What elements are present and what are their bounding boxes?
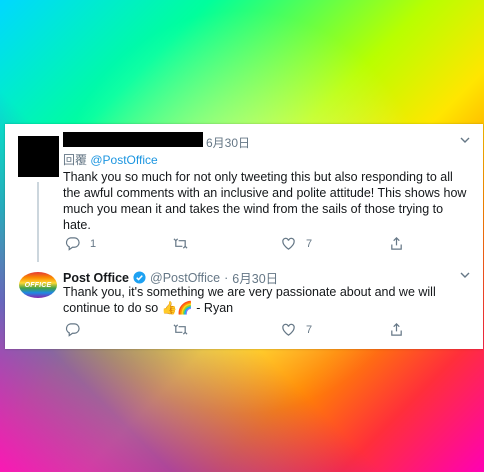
- redacted-avatar[interactable]: [18, 136, 59, 177]
- post-office-avatar[interactable]: OFFICE: [19, 272, 57, 298]
- tweet-date[interactable]: 6月30日: [206, 134, 250, 151]
- redacted-username[interactable]: [63, 132, 203, 147]
- reply-button[interactable]: 1: [65, 236, 96, 251]
- retweet-button[interactable]: [173, 322, 198, 337]
- avatar-logo-text: OFFICE: [24, 281, 52, 289]
- chevron-down-icon[interactable]: [459, 269, 471, 284]
- like-button[interactable]: 7: [281, 322, 312, 337]
- share-icon: [391, 323, 402, 336]
- reply-context: 回覆 @PostOffice: [63, 151, 158, 168]
- retweet-icon: [173, 238, 188, 249]
- reply-prefix: 回覆: [63, 153, 88, 167]
- reply-icon: [65, 237, 80, 251]
- separator-dot: ·: [224, 270, 229, 285]
- retweet-icon: [173, 324, 188, 335]
- like-icon: [282, 237, 295, 250]
- like-count: 7: [306, 237, 313, 250]
- like-count: 7: [306, 323, 313, 336]
- reply-button[interactable]: [65, 322, 90, 337]
- retweet-button[interactable]: [173, 236, 198, 251]
- reply-mention-link[interactable]: @PostOffice: [90, 153, 157, 167]
- share-icon: [391, 237, 402, 250]
- thread-connector: [37, 182, 39, 262]
- tweet-actions: 1 7: [63, 236, 403, 254]
- reply-icon: [65, 323, 80, 337]
- verified-badge-icon: [133, 271, 146, 284]
- share-button[interactable]: [389, 322, 404, 337]
- tweet-text: Thank you, it's something we are very pa…: [63, 285, 436, 315]
- display-name[interactable]: Post Office: [63, 271, 129, 285]
- tweet-text: Thank you so much for not only tweeting …: [63, 170, 467, 232]
- chevron-down-icon[interactable]: [459, 134, 471, 149]
- user-handle[interactable]: @PostOffice: [150, 271, 220, 285]
- tweet-card: 6月30日 回覆 @PostOffice Thank you so much f…: [5, 124, 483, 349]
- share-button[interactable]: [389, 236, 404, 251]
- tweet-actions: 7: [63, 322, 403, 340]
- reply-count: 1: [90, 237, 97, 250]
- like-button[interactable]: 7: [281, 236, 312, 251]
- like-icon: [282, 323, 295, 336]
